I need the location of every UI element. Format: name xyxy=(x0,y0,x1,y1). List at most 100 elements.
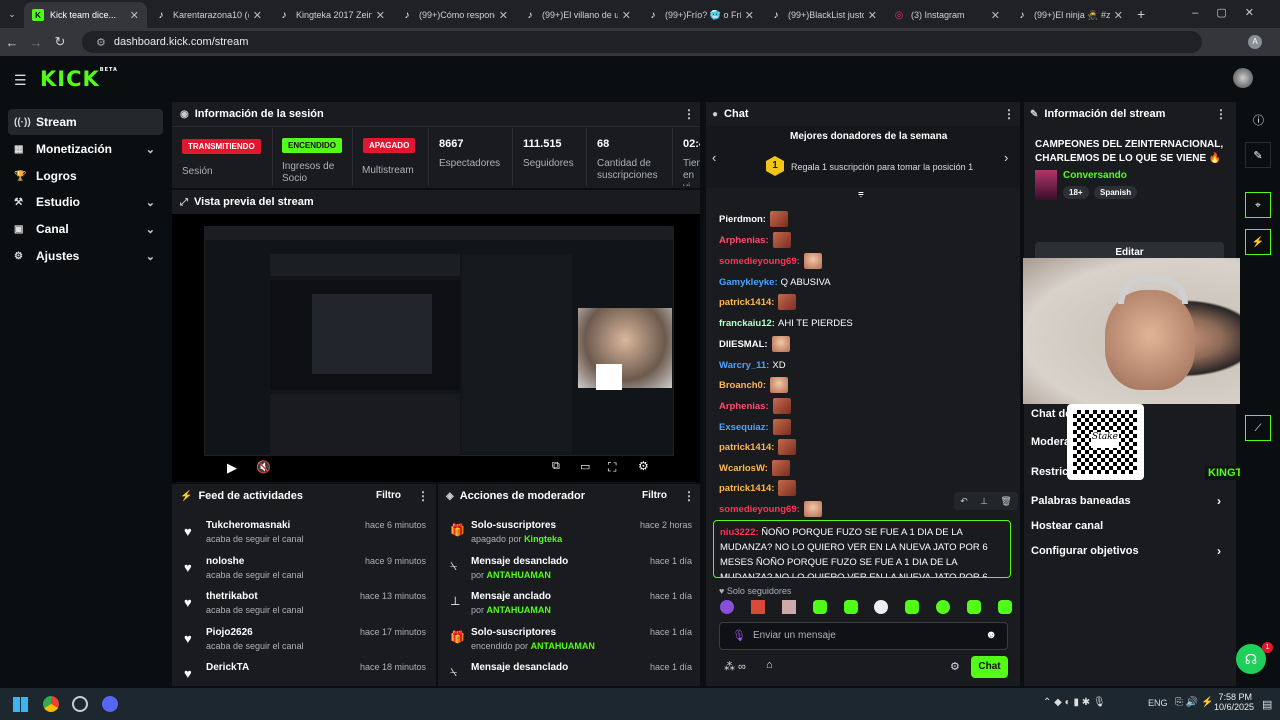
streaminfo-row[interactable]: Restric xyxy=(1031,466,1227,478)
url-field[interactable]: ⚙ dashboard.kick.com/stream xyxy=(82,31,1202,53)
mod-row[interactable]: ⍀ Mensaje desanclado hace 1 día xyxy=(450,662,696,686)
streaminfo-row[interactable]: Modera xyxy=(1031,436,1227,448)
chat-message[interactable]: Broanch0: xyxy=(719,376,788,394)
back-icon[interactable]: ← xyxy=(0,35,24,50)
browser-tab[interactable]: ♪ Karentarazona10 (@k ✕ xyxy=(147,2,270,28)
sidebar-item-stream[interactable]: ((·)) Stream xyxy=(8,109,163,135)
chat-message[interactable]: Gamykleyke: Q ABUSIVA xyxy=(719,273,831,291)
feed-row[interactable]: ♥ noloshe acaba de seguir el canal hace 9 m… xyxy=(184,556,434,590)
close-tab-icon[interactable]: ✕ xyxy=(622,9,631,22)
browser-tab[interactable]: ♪ (99+)Cómo respond ✕ xyxy=(393,2,516,28)
fullscreen-icon[interactable]: ⛶ xyxy=(608,460,616,475)
discord-taskbar-icon[interactable] xyxy=(102,696,118,712)
browser-tab[interactable]: ♪ (99+)BlackList justo ✕ xyxy=(762,2,885,28)
chrome-taskbar-icon[interactable] xyxy=(43,696,59,712)
emoji-icon[interactable]: ☻ xyxy=(985,629,997,641)
chat-username[interactable]: patrick1414: xyxy=(719,297,774,308)
profile-avatar[interactable]: A xyxy=(1248,35,1262,49)
chat-message[interactable]: Exsequiaz: xyxy=(719,418,791,436)
delete-icon[interactable]: 🗑 xyxy=(1000,496,1011,507)
chat-message[interactable]: WcarlosW: xyxy=(719,459,790,477)
sidebar-item-monetización[interactable]: ▦ Monetización ⌄ xyxy=(8,136,163,162)
chat-username[interactable]: DIIESMAL: xyxy=(719,339,768,350)
close-tab-icon[interactable]: ✕ xyxy=(376,9,385,22)
browser-tab[interactable]: ♪ (99+)El villano de un ✕ xyxy=(516,2,639,28)
window-controls[interactable]: –▢✕ xyxy=(1192,6,1272,19)
chat-message[interactable]: somedieyoung69: xyxy=(719,252,822,270)
streaminfo-row[interactable]: Palabras baneadas › xyxy=(1031,494,1227,508)
clock[interactable]: 7:58 PM 10/6/2025 xyxy=(1214,692,1254,712)
chat-username[interactable]: somedieyoung69: xyxy=(719,256,800,267)
mute-icon[interactable]: 🔇 xyxy=(256,460,271,474)
streaminfo-row[interactable]: Configurar objetivos › xyxy=(1031,544,1227,558)
chat-username[interactable]: Arphenias: xyxy=(719,235,769,246)
collapse-icon[interactable]: ⩦ xyxy=(858,188,864,199)
feed-user[interactable]: Tukcheromasnaki xyxy=(206,520,290,531)
session-menu-icon[interactable]: ⋮ xyxy=(683,107,695,121)
chat-message[interactable]: Arphenias: xyxy=(719,397,791,415)
feed-filter-button[interactable]: Filtro xyxy=(376,490,401,501)
obs-taskbar-icon[interactable] xyxy=(72,696,88,712)
mic-icon[interactable]: 🎙 xyxy=(732,629,746,642)
browser-tab[interactable]: ♪ (99+)El ninja 🥷 #ze ✕ xyxy=(1008,2,1131,28)
pin-icon[interactable]: ⊥ xyxy=(980,496,988,507)
chat-input[interactable]: 🎙 Enviar un mensaje ☻ xyxy=(719,622,1008,650)
chat-settings-icon[interactable]: ⚙ xyxy=(950,660,960,673)
chat-message[interactable]: Arphenias: xyxy=(719,231,791,249)
browser-tab[interactable]: K Kick team dice... ✕ xyxy=(24,2,147,28)
feed-menu-icon[interactable]: ⋮ xyxy=(417,489,429,503)
send-chat-button[interactable]: Chat xyxy=(971,656,1008,678)
chat-menu-icon[interactable]: ⋮ xyxy=(1003,107,1015,121)
chat-message[interactable]: patrick1414: xyxy=(719,293,797,311)
streaminfo-menu-icon[interactable]: ⋮ xyxy=(1215,107,1227,121)
close-tab-icon[interactable]: ✕ xyxy=(868,9,877,22)
browser-tab[interactable]: ♪ (99+)Frío? 🥶 o Frío ✕ xyxy=(639,2,762,28)
mod-username[interactable]: ANTAHUAMAN xyxy=(487,605,551,615)
close-tab-icon[interactable]: ✕ xyxy=(745,9,754,22)
tab-search-icon[interactable]: ⌄ xyxy=(0,9,24,20)
mod-username[interactable]: ANTAHUAMAN xyxy=(531,641,595,651)
chat-username[interactable]: Arphenias: xyxy=(719,401,769,412)
pip-icon[interactable]: ⧉ xyxy=(552,460,560,473)
chat-username[interactable]: franckaiu12: xyxy=(719,318,775,329)
chat-username[interactable]: Gamykleyke: xyxy=(719,277,778,288)
streaminfo-row[interactable]: Hostear canal xyxy=(1031,520,1227,532)
chat-username[interactable]: patrick1414: xyxy=(719,483,774,494)
mod-username[interactable]: ANTAHUAMAN xyxy=(487,570,551,580)
feed-row[interactable]: ♥ Tukcheromasnaki acaba de seguir el canal… xyxy=(184,520,434,554)
browser-tab[interactable]: ♪ Kingteka 2017 Zeint ✕ xyxy=(270,2,393,28)
chat-message[interactable]: franckaiu12: AHI TE PIERDES xyxy=(719,314,853,332)
reply-icon[interactable]: ↶ xyxy=(960,496,968,507)
chat-username[interactable]: Broanch0: xyxy=(719,380,766,391)
chat-username[interactable]: WcarlosW: xyxy=(719,463,768,474)
edit-tool-icon[interactable]: ✎ xyxy=(1245,142,1271,168)
chat-message[interactable]: Pierdmon: xyxy=(719,210,788,228)
settings-icon[interactable]: ⚙ xyxy=(638,459,649,473)
forward-icon[interactable]: → xyxy=(24,35,48,50)
chat-message[interactable]: Warcry_11: XD xyxy=(719,356,786,374)
mod-row[interactable]: ⊥ Mensaje anclado por ANTAHUAMAN hace 1 día xyxy=(450,591,696,625)
chat-username[interactable]: somedieyoung69: xyxy=(719,504,800,515)
windows-start-icon[interactable] xyxy=(13,697,28,712)
mod-menu-icon[interactable]: ⋮ xyxy=(683,489,695,503)
feed-row[interactable]: ♥ thetrikabot acaba de seguir el canal hace… xyxy=(184,591,434,625)
kick-logo[interactable]: KICKBETA xyxy=(40,67,118,91)
chat-message[interactable]: somedieyoung69: xyxy=(719,500,822,518)
chat-message[interactable]: patrick1414: xyxy=(719,438,797,456)
mod-row[interactable]: 🎁 Solo-suscriptores encendido por ANTAHUAM… xyxy=(450,627,696,661)
chat-username[interactable]: patrick1414: xyxy=(719,442,774,453)
store-icon[interactable]: ⌂ xyxy=(766,659,773,671)
notifications-icon[interactable]: ▤ xyxy=(1262,698,1272,711)
close-tab-icon[interactable]: ✕ xyxy=(991,9,1000,22)
chat-message[interactable]: patrick1414: xyxy=(719,479,797,497)
user-avatar[interactable] xyxy=(1233,68,1253,88)
feed-row[interactable]: ♥ Piojo2626 acaba de seguir el canal hace 1… xyxy=(184,627,434,661)
bolt-tool-icon[interactable]: ⚡ xyxy=(1245,229,1271,255)
infinity-icon[interactable]: ⁂ ∞ xyxy=(724,660,746,673)
chat-username[interactable]: Pierdmon: xyxy=(719,214,766,225)
close-tab-icon[interactable]: ✕ xyxy=(499,9,508,22)
chat-message[interactable]: DIIESMAL: xyxy=(719,335,790,353)
wand-tool-icon[interactable]: ⟋ xyxy=(1245,415,1271,441)
mod-username[interactable]: Kingteka xyxy=(524,534,562,544)
new-tab-button[interactable]: + xyxy=(1137,6,1145,22)
